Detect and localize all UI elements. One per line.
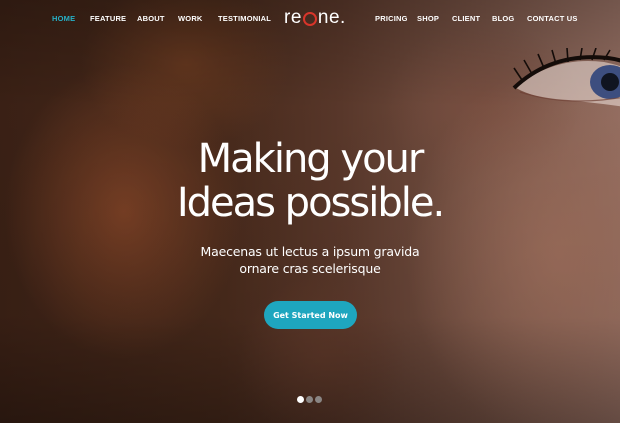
nav-about[interactable]: ABOUT <box>137 14 165 23</box>
hero-subheadline-line-2: ornare cras scelerisque <box>239 261 381 276</box>
hero-section: HOME FEATURE ABOUT WORK TESTIMONIAL re ne… <box>0 0 620 423</box>
brand-logo[interactable]: re ne. <box>284 6 346 30</box>
nav-work[interactable]: WORK <box>178 14 203 23</box>
slider-dot-3[interactable] <box>315 396 322 403</box>
nav-shop[interactable]: SHOP <box>417 14 439 23</box>
hero-headline-line-2: Ideas possible. <box>176 180 445 226</box>
nav-home[interactable]: HOME <box>52 14 75 23</box>
hero-background-eye <box>512 48 620 107</box>
nav-client[interactable]: CLIENT <box>452 14 480 23</box>
logo-o-ring-icon <box>302 12 317 26</box>
nav-blog[interactable]: BLOG <box>492 14 514 23</box>
hero-subheadline-line-1: Maecenas ut lectus a ipsum gravida <box>200 244 420 259</box>
nav-testimonial[interactable]: TESTIMONIAL <box>218 14 271 23</box>
slider-pagination <box>297 396 322 403</box>
slider-dot-1[interactable] <box>297 396 304 403</box>
hero-headline: Making your Ideas possible. <box>0 137 620 225</box>
hero-subheadline: Maecenas ut lectus a ipsum gravida ornar… <box>0 243 620 277</box>
nav-contact-us[interactable]: CONTACT US <box>527 14 578 23</box>
logo-prefix: re <box>284 7 302 28</box>
get-started-button[interactable]: Get Started Now <box>264 301 357 329</box>
slider-dot-2[interactable] <box>306 396 313 403</box>
top-navigation: HOME FEATURE ABOUT WORK TESTIMONIAL re ne… <box>0 0 620 38</box>
nav-pricing[interactable]: PRICING <box>375 14 408 23</box>
logo-suffix: ne. <box>317 7 346 28</box>
nav-feature[interactable]: FEATURE <box>90 14 126 23</box>
hero-headline-line-1: Making your <box>197 136 425 182</box>
